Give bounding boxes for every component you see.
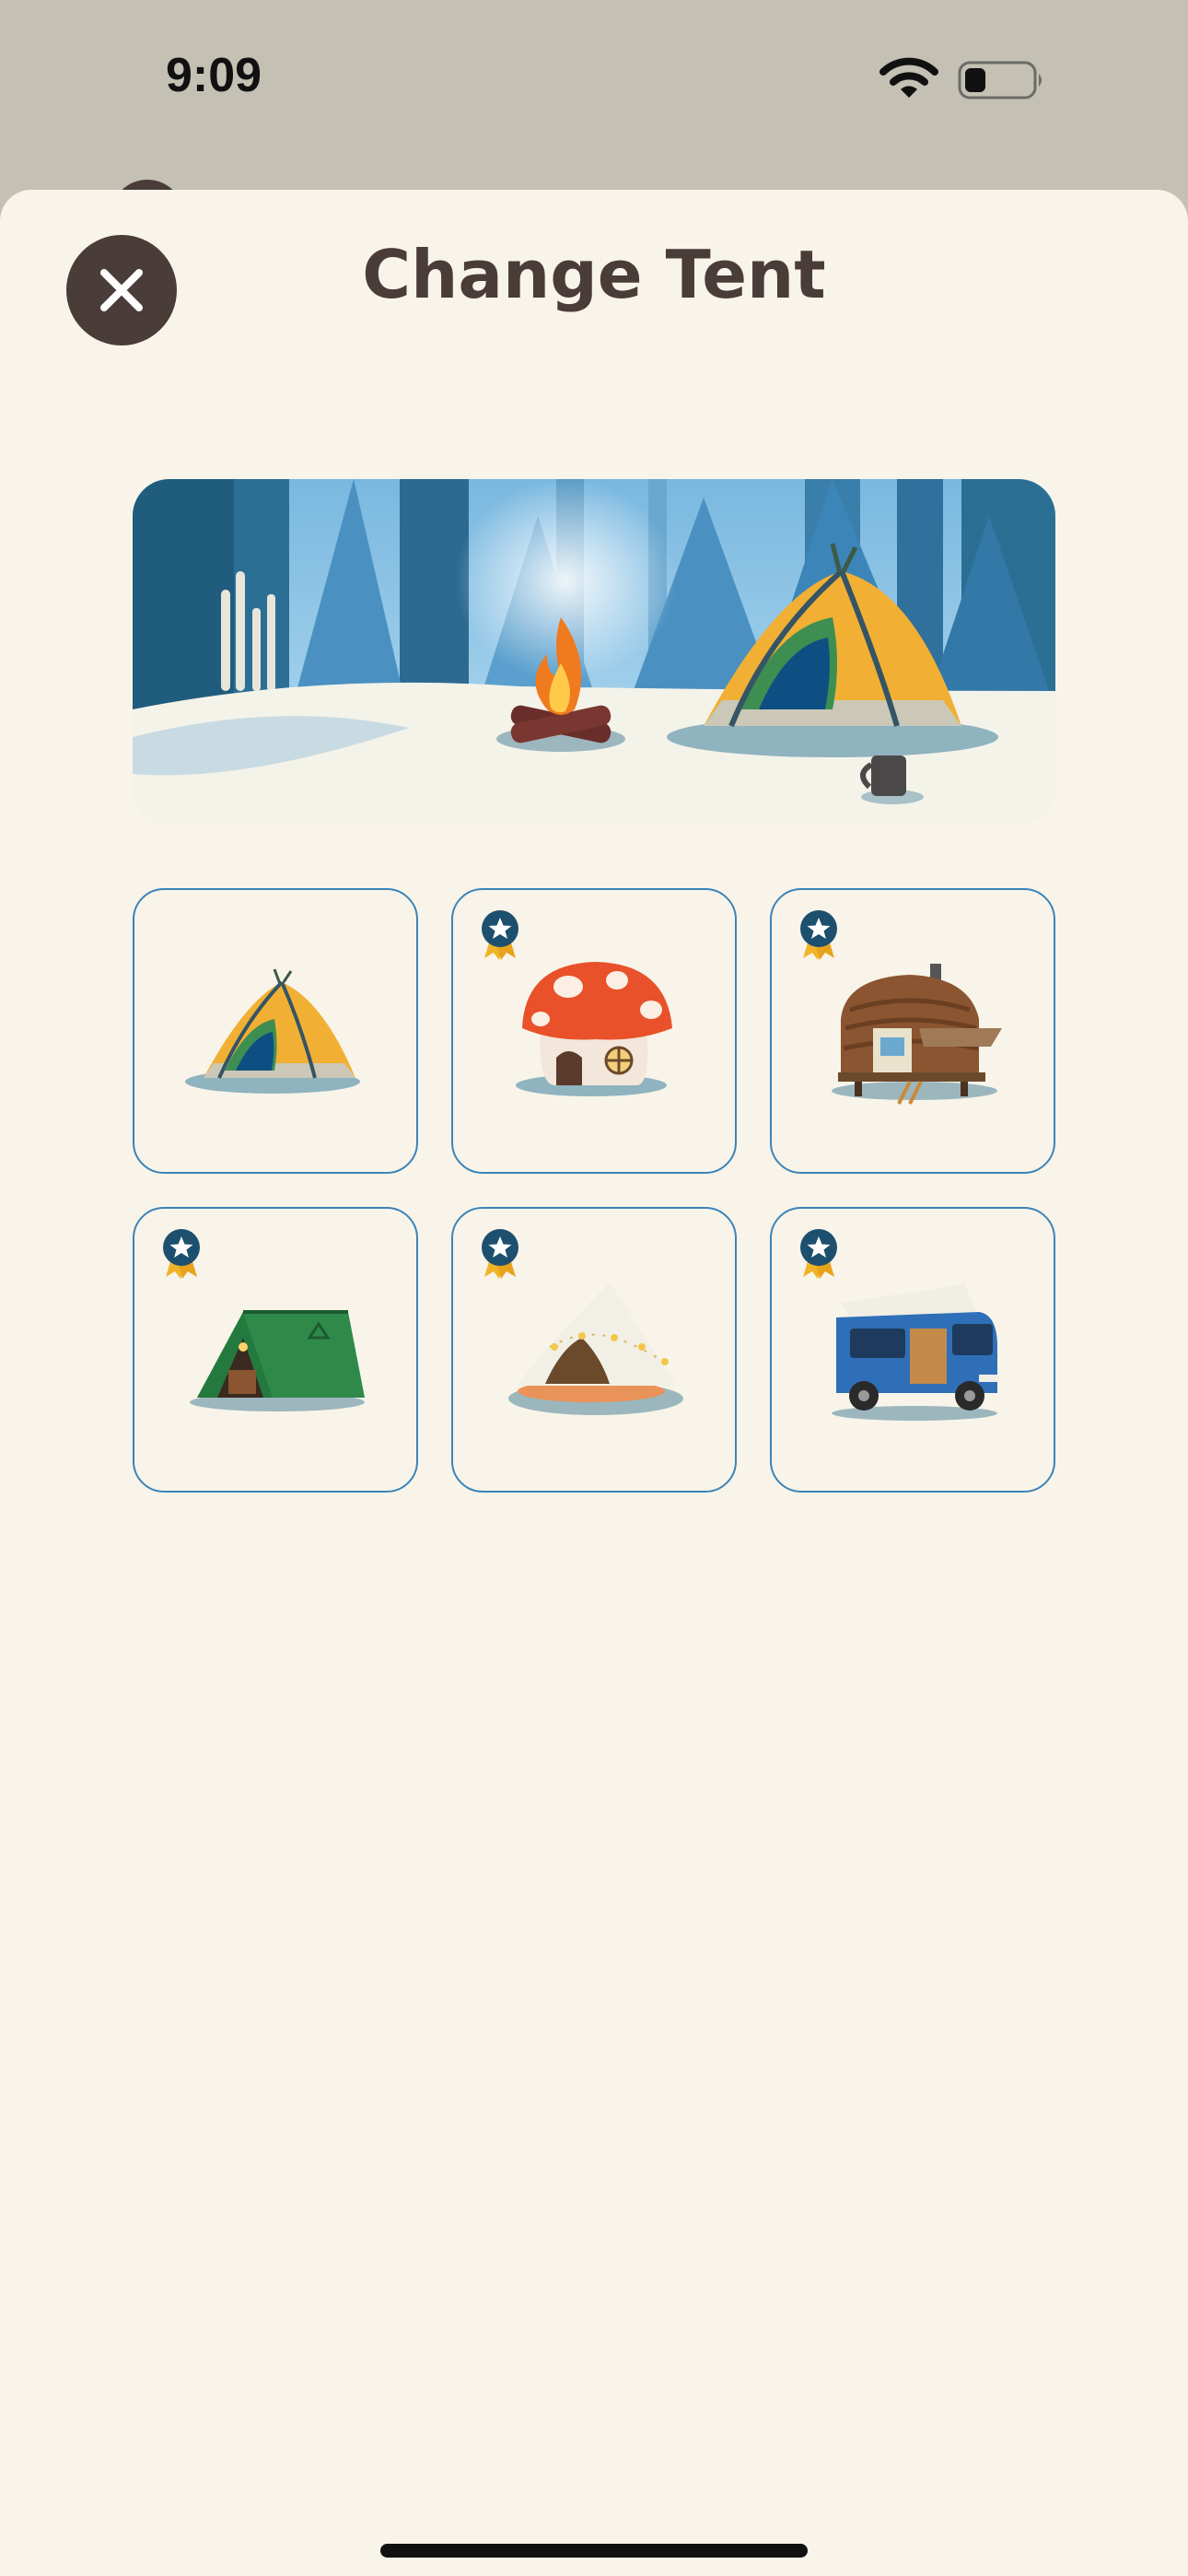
tent-option-dome[interactable] [133,888,418,1174]
wifi-icon [879,57,938,98]
page-title: Change Tent [362,236,826,313]
change-tent-sheet: Change Tent [0,190,1188,2576]
battery-icon [958,61,1042,100]
camper-van-illustration [832,1284,999,1421]
campsite-preview [133,479,1055,824]
tent-option-a-frame[interactable] [133,1207,418,1493]
tent-option-camper-van[interactable] [770,1207,1055,1493]
wooden-cabin-illustration [832,964,1002,1105]
home-indicator[interactable] [380,2544,808,2558]
tent-option-cabin[interactable] [770,888,1055,1174]
dome-tent-illustration [185,968,360,1094]
bell-tent-illustration [508,1282,683,1415]
campsite-illustration [133,479,1055,824]
green-tent-illustration [190,1310,365,1411]
tent-grid [133,888,1055,1493]
status-bar: 9:09 [0,0,1188,184]
tent-option-bell-tent[interactable] [451,1207,737,1493]
status-time: 9:09 [166,49,262,102]
tent-option-mushroom[interactable] [451,888,737,1174]
mushroom-house-illustration [516,962,672,1096]
